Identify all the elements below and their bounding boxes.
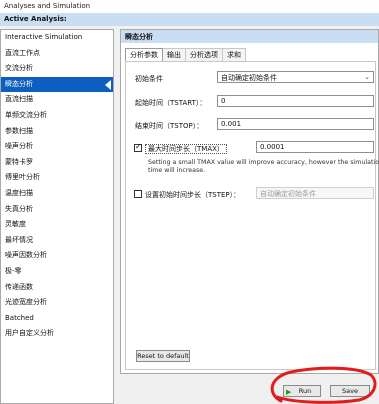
initial-conditions-value: 自动确定初始条件 bbox=[221, 74, 277, 82]
analysis-item[interactable]: 噪声分析 bbox=[1, 139, 113, 155]
initial-conditions-label: 初始条件 bbox=[135, 75, 163, 83]
tmax-label: 最大时间步长（TMAX） bbox=[145, 144, 227, 154]
tab-summary[interactable]: 求和 bbox=[222, 48, 246, 61]
tmax-checkbox[interactable] bbox=[134, 142, 142, 152]
analysis-settings-panel: 瞬态分析 分析参数 输出 分析选项 求和 初始条件 自动确定初始条件 ⌄ 起始时… bbox=[120, 29, 379, 374]
tstep-label: 设置初始时间步长（TSTEP）： bbox=[145, 191, 241, 199]
red-circle-annotation bbox=[270, 366, 377, 404]
analysis-item[interactable]: 极-零 bbox=[1, 264, 113, 280]
analysis-item[interactable]: 灵敏度 bbox=[1, 217, 113, 233]
analysis-item[interactable]: 直流扫描 bbox=[1, 92, 113, 108]
tab-output[interactable]: 输出 bbox=[162, 48, 186, 61]
reset-to-default-button[interactable]: Reset to default bbox=[136, 350, 190, 362]
analysis-item[interactable]: 交流分析 bbox=[1, 61, 113, 77]
analysis-item[interactable]: 失真分析 bbox=[1, 202, 113, 218]
tstart-input[interactable]: 0 bbox=[217, 95, 374, 107]
analysis-item[interactable]: 光迹宽度分析 bbox=[1, 295, 113, 311]
active-analysis-header: Active Analysis: bbox=[0, 13, 379, 26]
window-title: Analyses and Simulation bbox=[0, 0, 379, 13]
initial-conditions-select[interactable]: 自动确定初始条件 ⌄ bbox=[217, 71, 374, 83]
analysis-item[interactable]: Interactive Simulation bbox=[1, 30, 113, 46]
analysis-item[interactable]: 最坏情况 bbox=[1, 233, 113, 249]
tab-analysis-options[interactable]: 分析选项 bbox=[185, 48, 223, 61]
analysis-item[interactable]: 参数扫描 bbox=[1, 124, 113, 140]
chevron-down-icon: ⌄ bbox=[364, 73, 370, 81]
analysis-item-selected[interactable]: 瞬态分析 bbox=[1, 76, 113, 93]
analysis-item[interactable]: 傅里叶分析 bbox=[1, 170, 113, 186]
analysis-item[interactable]: 用户自定义分析 bbox=[1, 326, 113, 342]
tmax-input[interactable]: 0.0001 bbox=[256, 141, 374, 153]
analysis-item[interactable]: 单频交流分析 bbox=[1, 108, 113, 124]
tstep-input[interactable]: 自动确定初始条件 bbox=[256, 187, 374, 199]
analysis-item[interactable]: Batched bbox=[1, 311, 113, 327]
analysis-item[interactable]: 温度扫描 bbox=[1, 186, 113, 202]
tmax-note: Setting a small TMAX value will improve … bbox=[148, 159, 379, 174]
tstop-input[interactable]: 0.001 bbox=[217, 118, 374, 130]
analysis-parameters-content: 初始条件 自动确定初始条件 ⌄ 起始时间（TSTART）： 0 结束时间（TST… bbox=[125, 61, 379, 370]
analysis-item[interactable]: 蒙特卡罗 bbox=[1, 155, 113, 171]
analysis-item[interactable]: 噪声因数分析 bbox=[1, 248, 113, 264]
analysis-settings-header: 瞬态分析 bbox=[121, 30, 378, 43]
tstop-label: 结束时间（TSTOP）： bbox=[135, 122, 204, 130]
analysis-item[interactable]: 直流工作点 bbox=[1, 46, 113, 62]
analysis-list: Interactive Simulation 直流工作点 交流分析 瞬态分析 直… bbox=[0, 29, 114, 404]
tstep-checkbox[interactable] bbox=[134, 190, 142, 198]
settings-tabs: 分析参数 输出 分析选项 求和 bbox=[125, 48, 246, 61]
tab-analysis-parameters[interactable]: 分析参数 bbox=[125, 48, 163, 61]
tstart-label: 起始时间（TSTART）： bbox=[135, 99, 207, 107]
analysis-item[interactable]: 传递函数 bbox=[1, 280, 113, 296]
